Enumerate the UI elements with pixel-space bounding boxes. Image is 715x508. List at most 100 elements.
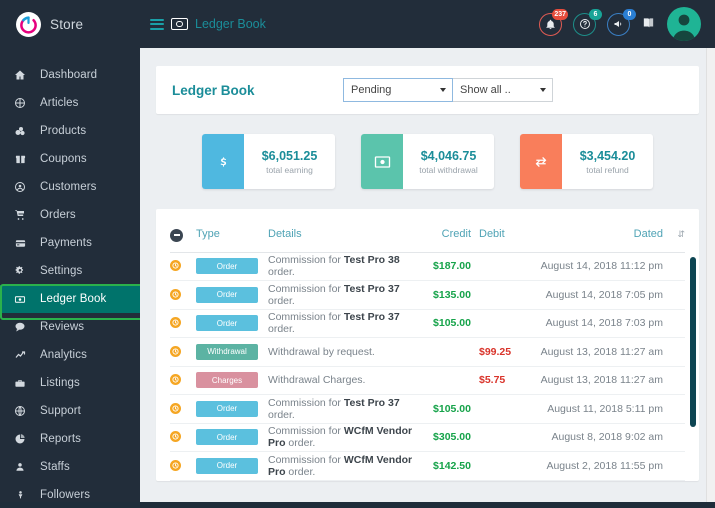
clock-badge-icon — [170, 459, 181, 471]
sidebar-item-support[interactable]: Support — [0, 397, 140, 425]
sidebar-item-products[interactable]: Products — [0, 117, 140, 145]
sidebar-label: Customers — [40, 181, 97, 193]
clock-badge-icon — [170, 345, 181, 357]
stat-card-total-earning: $6,051.25 total earning — [202, 134, 335, 189]
stats-row: $6,051.25 total earning $4,046.75 total … — [140, 134, 715, 189]
row-dated-cell: August 8, 2018 9:02 am — [523, 423, 663, 453]
row-credit-cell: $135.00 — [413, 280, 471, 310]
column-header-debit[interactable]: Debit — [471, 221, 523, 253]
table-row[interactable]: Charges Withdrawal Charges. $5.75 August 13… — [170, 366, 685, 396]
book-icon[interactable] — [641, 16, 656, 32]
column-header-details[interactable]: Details — [268, 221, 413, 253]
sidebar-item-payments[interactable]: Payments — [0, 229, 140, 257]
row-dated-cell: August 13, 2018 11:27 am — [523, 366, 663, 396]
row-status-cell — [170, 337, 196, 367]
sidebar-item-staffs[interactable]: Staffs — [0, 453, 140, 481]
row-spacer-cell — [663, 366, 685, 396]
row-spacer-cell — [663, 394, 685, 424]
row-credit-cell: $142.50 — [413, 451, 471, 481]
comment-icon — [0, 321, 40, 333]
ledger-table-card: Type Details Credit Debit Dated ⇵ Order C… — [156, 209, 699, 481]
type-badge: Order — [196, 429, 258, 446]
row-status-cell — [170, 423, 196, 453]
stat-body: $4,046.75 total withdrawal — [403, 134, 494, 189]
page-scrollbar[interactable] — [706, 48, 715, 508]
row-details-cell: Commission for WCfM Vendor Pro order. — [268, 451, 413, 481]
stat-card-total-refund: $3,454.20 total refund — [520, 134, 653, 189]
sidebar-item-coupons[interactable]: Coupons — [0, 145, 140, 173]
sidebar-item-customers[interactable]: Customers — [0, 173, 140, 201]
megaphone-icon[interactable]: 0 — [607, 8, 636, 36]
brand-logo-area[interactable]: Store — [0, 0, 140, 48]
type-badge: Withdrawal — [196, 343, 258, 360]
minus-circle-icon[interactable] — [170, 228, 183, 242]
row-status-cell — [170, 394, 196, 424]
breadcrumb[interactable]: Ledger Book — [195, 17, 266, 31]
row-dated-cell: August 14, 2018 7:03 pm — [523, 309, 663, 339]
sidebar-item-listings[interactable]: Listings — [0, 369, 140, 397]
sidebar-item-reports[interactable]: Reports — [0, 425, 140, 453]
column-header-credit[interactable]: Credit — [413, 221, 471, 253]
row-debit-cell — [471, 252, 523, 282]
sidebar-label: Listings — [40, 377, 80, 389]
money-note-icon — [0, 294, 40, 305]
bell-icon[interactable]: 237 — [539, 8, 568, 36]
row-dated-cell: August 14, 2018 11:12 pm — [523, 252, 663, 282]
sidebar-item-orders[interactable]: Orders — [0, 201, 140, 229]
row-spacer-cell — [663, 309, 685, 339]
status-filter-value: Pending — [351, 84, 392, 96]
table-row[interactable]: Order Commission for Test Pro 37 order. $1… — [170, 280, 685, 310]
table-row[interactable]: Order Commission for WCfM Vendor Pro orde… — [170, 451, 685, 481]
row-debit-cell — [471, 309, 523, 339]
sidebar-label: Dashboard — [40, 69, 98, 81]
stat-value: $6,051.25 — [261, 148, 318, 163]
table-row[interactable]: Withdrawal Withdrawal by request. $99.25 Au… — [170, 337, 685, 367]
stat-value: $4,046.75 — [420, 148, 477, 163]
row-details-cell: Commission for Test Pro 37 order. — [268, 309, 413, 339]
sort-header[interactable]: ⇵ — [663, 221, 685, 253]
sidebar-label: Articles — [40, 97, 79, 109]
row-type-cell: Order — [196, 394, 268, 424]
user-avatar-icon[interactable] — [667, 7, 701, 41]
home-icon — [0, 69, 40, 81]
stat-label: total withdrawal — [419, 164, 478, 175]
row-spacer-cell — [663, 451, 685, 481]
stat-card-total-withdrawal: $4,046.75 total withdrawal — [361, 134, 494, 189]
sidebar-label: Products — [40, 125, 87, 137]
sidebar-item-ledger-book[interactable]: Ledger Book — [0, 285, 140, 313]
clock-badge-icon — [170, 260, 181, 272]
pie-chart-icon — [0, 433, 40, 445]
table-scrollbar-thumb[interactable] — [690, 257, 696, 427]
table-row[interactable]: Order Commission for WCfM Vendor Pro orde… — [170, 423, 685, 453]
page-title: Ledger Book — [172, 82, 255, 98]
sidebar-label: Analytics — [40, 349, 87, 361]
row-dated-cell: August 11, 2018 5:11 pm — [523, 394, 663, 424]
sidebar-item-reviews[interactable]: Reviews — [0, 313, 140, 341]
main-content: Ledger Book Pending Show all .. $6,051.2… — [140, 48, 715, 508]
select-all-header — [170, 221, 196, 253]
row-credit-cell — [413, 366, 471, 396]
status-filter-select[interactable]: Pending — [343, 78, 453, 102]
hamburger-icon[interactable] — [150, 18, 164, 30]
stat-label: total earning — [266, 164, 313, 175]
row-status-cell — [170, 280, 196, 310]
table-body: Order Commission for Test Pro 38 order. $1… — [170, 252, 685, 481]
table-row[interactable]: Order Commission for Test Pro 38 order. $1… — [170, 252, 685, 282]
sidebar-item-settings[interactable]: Settings — [0, 257, 140, 285]
sidebar-item-analytics[interactable]: Analytics — [0, 341, 140, 369]
column-header-dated[interactable]: Dated — [523, 221, 663, 253]
sidebar-item-dashboard[interactable]: Dashboard — [0, 61, 140, 89]
ledger-table: Type Details Credit Debit Dated ⇵ Order C… — [170, 221, 685, 481]
sidebar-item-articles[interactable]: Articles — [0, 89, 140, 117]
sort-updown-icon[interactable]: ⇵ — [677, 230, 685, 239]
table-row[interactable]: Order Commission for Test Pro 37 order. $1… — [170, 394, 685, 424]
question-circle-icon[interactable]: 6 — [573, 8, 602, 36]
table-row[interactable]: Order Commission for Test Pro 37 order. $1… — [170, 309, 685, 339]
money-note-icon — [171, 18, 188, 30]
row-credit-cell: $105.00 — [413, 394, 471, 424]
column-header-type[interactable]: Type — [196, 221, 268, 253]
help-badge: 6 — [589, 8, 602, 20]
show-filter-select[interactable]: Show all .. — [453, 78, 553, 102]
briefcase-icon — [0, 378, 40, 389]
clock-badge-icon — [170, 374, 181, 386]
